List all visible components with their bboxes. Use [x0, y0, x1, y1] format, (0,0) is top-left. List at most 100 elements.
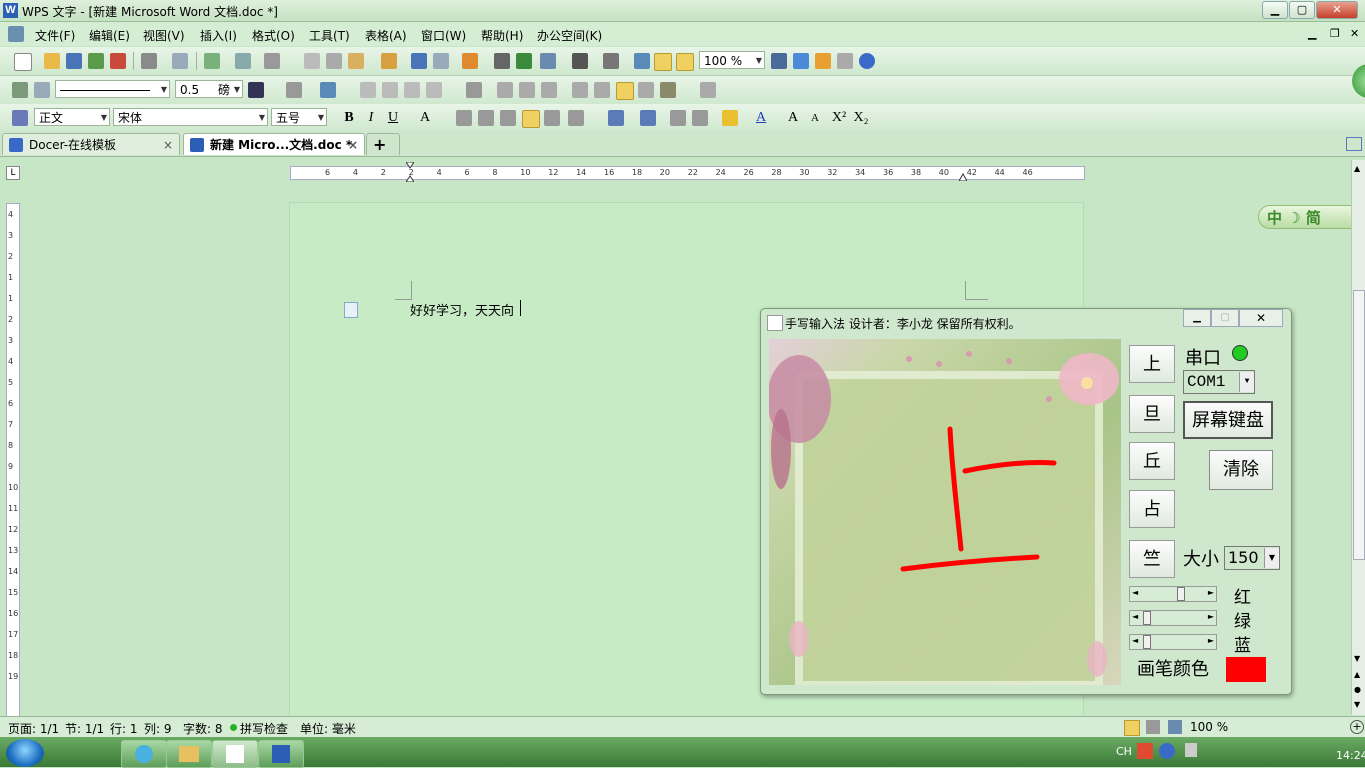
shrink-font-icon[interactable]: A	[806, 109, 824, 127]
draw-table-icon[interactable]	[12, 82, 28, 98]
align-right-icon[interactable]	[500, 110, 516, 126]
taskbar-explorer-icon[interactable]	[166, 740, 212, 768]
insert-icon[interactable]	[204, 53, 220, 69]
insert-table-icon[interactable]	[462, 53, 478, 69]
borders-icon[interactable]	[286, 82, 302, 98]
zoom-select[interactable]: 100 % ▼	[699, 51, 765, 69]
help-tray-icon[interactable]	[1159, 743, 1175, 759]
indent-marker[interactable]	[405, 161, 415, 183]
cut-icon[interactable]	[326, 53, 342, 69]
merge-cells-icon[interactable]	[404, 82, 420, 98]
distribute-rows-icon[interactable]	[572, 82, 588, 98]
split-cells-icon[interactable]	[426, 82, 442, 98]
status-spellcheck[interactable]: 拼写检查	[240, 720, 288, 737]
page-break-icon[interactable]	[235, 53, 251, 69]
dropdown-arrow-icon[interactable]: ▼	[1239, 372, 1254, 392]
menu-help[interactable]: 帮助(H)	[481, 27, 523, 44]
menu-office-space[interactable]: 办公空间(K)	[537, 27, 602, 44]
underline-button[interactable]: U	[384, 109, 402, 127]
styles-icon[interactable]	[12, 110, 28, 126]
doc-close-icon[interactable]: ✕	[1350, 27, 1359, 40]
save-icon[interactable]	[66, 53, 82, 69]
taskbar-wps-icon[interactable]	[258, 740, 304, 768]
table-icon[interactable]	[540, 53, 556, 69]
align-left-icon[interactable]	[456, 110, 472, 126]
close-button[interactable]: ✕	[1316, 1, 1358, 19]
scrollbar-thumb[interactable]	[1353, 290, 1365, 560]
subscript-icon[interactable]: X₂	[852, 109, 870, 127]
copy-icon[interactable]	[304, 53, 320, 69]
formula-icon[interactable]	[494, 53, 510, 69]
blue-slider[interactable]: ◄ ►	[1129, 634, 1217, 650]
candidate-button-1[interactable]: 上	[1129, 345, 1175, 383]
hw-close-button[interactable]: ✕	[1239, 309, 1283, 327]
chart-icon[interactable]	[603, 53, 619, 69]
numbering-icon[interactable]	[608, 110, 624, 126]
scroll-down-icon[interactable]: ▼	[1354, 654, 1364, 664]
menu-file[interactable]: 文件(F)	[35, 27, 75, 44]
status-zoom[interactable]: 100 %	[1190, 720, 1228, 734]
tab-close-icon[interactable]: ×	[348, 134, 358, 156]
paragraph-options-icon[interactable]	[344, 302, 358, 318]
handwriting-window[interactable]: 手写输入法 设计者：李小龙 保留所有权利。 ▁ ▢ ✕ 上 旦 丘 占 竺 串口…	[760, 308, 1292, 695]
menu-window[interactable]: 窗口(W)	[421, 27, 466, 44]
outline-view-icon[interactable]	[1146, 720, 1160, 734]
document-text[interactable]: 好好学习，天天向	[410, 300, 514, 319]
taskbar-handwriting-icon[interactable]	[212, 740, 258, 768]
web-view-icon[interactable]	[1168, 720, 1182, 734]
redo-icon[interactable]	[433, 53, 449, 69]
hw-minimize-button[interactable]: ▁	[1183, 309, 1211, 327]
table-autofit-icon[interactable]	[466, 82, 482, 98]
tab-docer[interactable]: Docer-在线模板 ×	[2, 133, 180, 155]
border-style-icon[interactable]	[34, 82, 50, 98]
minimize-button[interactable]: ▁	[1262, 1, 1288, 19]
zoom-in-icon[interactable]: +	[1350, 720, 1364, 734]
align-center-icon[interactable]	[478, 110, 494, 126]
tab-close-icon[interactable]: ×	[163, 134, 173, 156]
format-painter-icon[interactable]	[381, 53, 397, 69]
undo-icon[interactable]	[411, 53, 427, 69]
next-page-icon[interactable]: ▼	[1354, 700, 1364, 710]
help-icon[interactable]	[859, 53, 875, 69]
insert-row-icon[interactable]	[360, 82, 376, 98]
language-indicator[interactable]: CH	[1116, 745, 1132, 758]
green-slider[interactable]: ◄ ►	[1129, 610, 1217, 626]
text-boundary-icon[interactable]	[676, 53, 694, 71]
sogou-ime-icon[interactable]	[1137, 743, 1153, 759]
pen-size-select[interactable]: 150 ▼	[1224, 546, 1280, 570]
menu-format[interactable]: 格式(O)	[252, 27, 295, 44]
tray-icon[interactable]	[1185, 743, 1197, 757]
tab-list-icon[interactable]	[1346, 137, 1362, 151]
italic-button[interactable]: I	[362, 109, 380, 127]
candidate-button-5[interactable]: 竺	[1129, 540, 1175, 578]
template-icon[interactable]	[815, 53, 831, 69]
print-icon[interactable]	[141, 53, 157, 69]
screen-keyboard-button[interactable]: 屏幕键盘	[1183, 401, 1273, 439]
show-marks-icon[interactable]	[654, 53, 672, 71]
char-border-icon[interactable]: A	[416, 109, 434, 127]
select-table-icon[interactable]	[700, 82, 716, 98]
dropdown-arrow-icon[interactable]: ▼	[1264, 548, 1279, 568]
columns-icon[interactable]	[572, 53, 588, 69]
shading-icon[interactable]	[320, 82, 336, 98]
line-color-icon[interactable]	[248, 82, 264, 98]
menu-table[interactable]: 表格(A)	[365, 27, 407, 44]
grow-font-icon[interactable]: A	[784, 109, 802, 127]
candidate-button-2[interactable]: 旦	[1129, 395, 1175, 433]
line-spacing-icon[interactable]	[568, 110, 584, 126]
align-top-icon[interactable]	[497, 82, 513, 98]
maximize-button[interactable]: ▢	[1289, 1, 1315, 19]
gridlines-icon[interactable]	[616, 82, 634, 100]
traditional-chinese-icon[interactable]	[264, 53, 280, 69]
ime-status-bar[interactable]: 中 ☽ 简	[1258, 205, 1360, 229]
align-bottom-icon[interactable]	[541, 82, 557, 98]
font-color-icon[interactable]: A	[752, 109, 770, 127]
page-view-icon[interactable]	[1124, 720, 1140, 736]
menu-tools[interactable]: 工具(T)	[309, 27, 350, 44]
insert-col-icon[interactable]	[382, 82, 398, 98]
superscript-icon[interactable]: X²	[830, 109, 848, 127]
pdf-export-icon[interactable]	[110, 53, 126, 69]
align-middle-icon[interactable]	[519, 82, 535, 98]
handwriting-canvas[interactable]	[769, 339, 1121, 685]
bold-button[interactable]: B	[340, 109, 358, 127]
